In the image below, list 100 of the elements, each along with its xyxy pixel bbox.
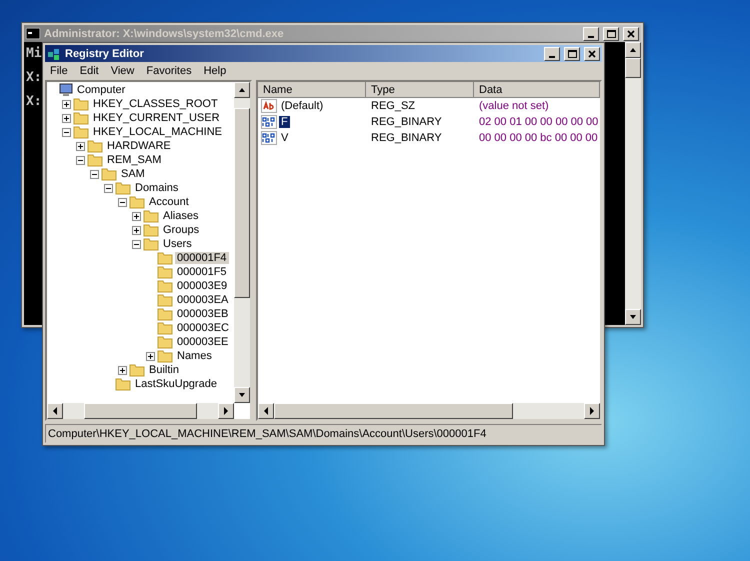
folder-icon — [143, 223, 159, 237]
tree-item[interactable]: Computer — [75, 84, 128, 96]
minimize-icon — [588, 36, 594, 38]
folder-icon — [73, 111, 89, 125]
scroll-thumb[interactable] — [274, 403, 514, 419]
collapse-icon[interactable] — [90, 170, 99, 178]
value-name[interactable]: F — [279, 116, 290, 128]
scrollbar[interactable] — [625, 42, 641, 325]
tree-item[interactable]: 000001F4 — [175, 252, 229, 264]
value-type: REG_BINARY — [370, 116, 442, 128]
computer-icon — [59, 83, 73, 97]
folder-icon — [115, 377, 131, 391]
arrow-right-icon — [221, 406, 231, 416]
registry-icon — [47, 46, 61, 60]
binary-value-icon — [261, 131, 277, 145]
tree-item[interactable]: Aliases — [161, 210, 200, 222]
tree-item[interactable]: REM_SAM — [105, 154, 164, 166]
folder-icon — [143, 237, 159, 251]
scroll-button[interactable] — [584, 403, 600, 419]
value-name[interactable]: V — [279, 132, 290, 144]
scroll-button[interactable] — [234, 387, 250, 403]
scroll-thumb[interactable] — [234, 108, 250, 298]
minimize-icon — [549, 56, 555, 58]
folder-icon — [73, 97, 89, 111]
folder-icon — [87, 139, 103, 153]
maximize-icon — [606, 30, 616, 38]
minimize-button[interactable] — [544, 46, 560, 60]
tree-item[interactable]: HKEY_CURRENT_USER — [91, 112, 222, 124]
scrollbar[interactable] — [47, 403, 234, 419]
folder-icon — [129, 195, 145, 209]
folder-icon — [143, 209, 159, 223]
collapse-icon[interactable] — [118, 198, 127, 206]
collapse-icon[interactable] — [104, 184, 113, 192]
folder-icon — [115, 181, 131, 195]
folder-icon — [129, 363, 145, 377]
scroll-button[interactable] — [47, 403, 63, 419]
column-header[interactable]: Type — [366, 82, 474, 98]
tree-item[interactable]: 000003EA — [175, 294, 230, 306]
column-header[interactable]: Data — [474, 82, 600, 98]
tree-item[interactable]: Names — [175, 350, 214, 362]
expand-icon[interactable] — [132, 212, 141, 220]
tree-item[interactable]: 000001F5 — [175, 266, 229, 278]
value-data: 02 00 01 00 00 00 00 00 — [478, 116, 598, 128]
tree-item[interactable]: HKEY_LOCAL_MACHINE — [91, 126, 224, 138]
folder-icon — [157, 293, 173, 307]
close-button[interactable] — [623, 26, 639, 40]
maximize-button[interactable] — [564, 46, 580, 60]
tree-item[interactable]: Groups — [161, 224, 202, 236]
folder-icon — [73, 125, 89, 139]
folder-icon — [157, 279, 173, 293]
tree-item[interactable]: HARDWARE — [105, 140, 173, 152]
expand-icon[interactable] — [62, 114, 71, 122]
expand-icon[interactable] — [146, 352, 155, 360]
string-value-icon — [261, 99, 277, 113]
tree-item[interactable]: HKEY_CLASSES_ROOT — [91, 98, 220, 110]
scroll-thumb[interactable] — [84, 403, 197, 419]
tree-item[interactable]: LastSkuUpgrade — [133, 378, 219, 390]
tree-item[interactable]: 000003EE — [175, 336, 230, 348]
menu-item[interactable]: Favorites — [141, 65, 197, 77]
scroll-button[interactable] — [258, 403, 274, 419]
tree-item[interactable]: Users — [161, 238, 194, 250]
scroll-button[interactable] — [218, 403, 234, 419]
scroll-button[interactable] — [625, 309, 641, 325]
value-name[interactable]: (Default) — [279, 100, 326, 112]
tree-item[interactable]: 000003EB — [175, 308, 230, 320]
column-header[interactable]: Name — [258, 82, 366, 98]
maximize-button[interactable] — [603, 26, 619, 40]
scroll-button[interactable] — [625, 42, 641, 58]
window-title: Administrator: X:\windows\system32\cmd.exe — [44, 28, 285, 40]
folder-icon — [157, 349, 173, 363]
value-data: 00 00 00 00 bc 00 00 00 — [478, 132, 598, 144]
value-data: (value not set) — [478, 100, 549, 112]
expand-icon[interactable] — [76, 142, 85, 150]
expand-icon[interactable] — [62, 100, 71, 108]
menu-item[interactable]: Help — [198, 65, 232, 77]
scroll-thumb[interactable] — [625, 58, 641, 78]
collapse-icon[interactable] — [62, 128, 71, 136]
scroll-button[interactable] — [234, 82, 250, 98]
collapse-icon[interactable] — [132, 240, 141, 248]
scrollbar[interactable] — [234, 82, 250, 403]
tree-item[interactable]: 000003EC — [175, 322, 231, 334]
folder-icon — [101, 167, 117, 181]
tree-item[interactable]: Account — [147, 196, 191, 208]
menu-item[interactable]: View — [106, 65, 140, 77]
menu-item[interactable]: File — [45, 65, 73, 77]
tree-item[interactable]: Domains — [133, 182, 180, 194]
close-button[interactable] — [584, 46, 600, 60]
console-text: X: — [26, 94, 42, 109]
close-icon — [588, 50, 596, 58]
console-icon — [26, 28, 40, 39]
expand-icon[interactable] — [118, 366, 127, 374]
scrollbar[interactable] — [258, 403, 600, 419]
collapse-icon[interactable] — [76, 156, 85, 164]
folder-icon — [157, 265, 173, 279]
expand-icon[interactable] — [132, 226, 141, 234]
menu-item[interactable]: Edit — [74, 65, 104, 77]
tree-item[interactable]: SAM — [119, 168, 147, 180]
tree-item[interactable]: Builtin — [147, 364, 181, 376]
tree-item[interactable]: 000003E9 — [175, 280, 230, 292]
minimize-button[interactable] — [583, 26, 599, 40]
